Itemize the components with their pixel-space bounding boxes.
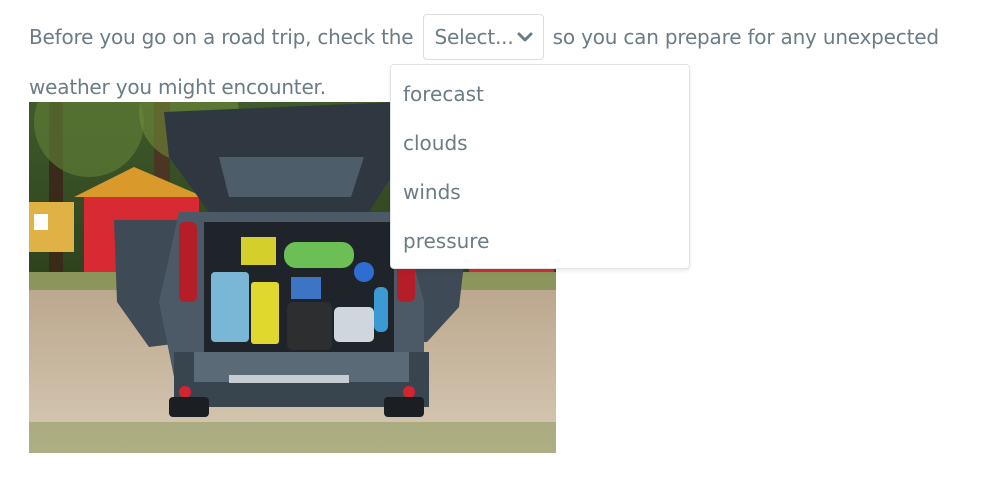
chevron-down-icon	[517, 32, 532, 41]
option-winds[interactable]: winds	[391, 168, 689, 217]
answer-select[interactable]: Select...	[422, 13, 544, 60]
option-forecast[interactable]: forecast	[391, 70, 689, 119]
option-clouds[interactable]: clouds	[391, 119, 689, 168]
question-text-before: Before you go on a road trip, check the	[29, 25, 414, 49]
answer-select-value: Select...	[434, 24, 514, 49]
option-pressure[interactable]: pressure	[391, 217, 689, 266]
answer-dropdown-menu: forecast clouds winds pressure	[390, 64, 690, 269]
